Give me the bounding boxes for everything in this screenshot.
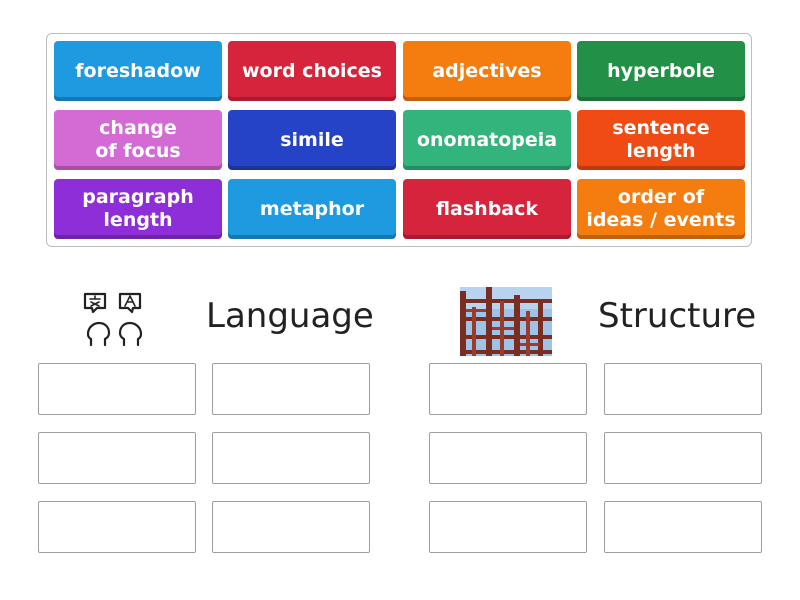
language-drop-slot[interactable] <box>212 432 370 484</box>
tile-label: change of focus <box>95 117 181 162</box>
language-drop-slot[interactable] <box>212 501 370 553</box>
tile-label: word choices <box>241 59 382 82</box>
structure-drop-slot[interactable] <box>604 501 762 553</box>
tile-foreshadow[interactable]: foreshadow <box>54 41 222 101</box>
tile-label: metaphor <box>259 197 365 220</box>
tile-label: flashback <box>435 197 539 220</box>
tile-adjectives[interactable]: adjectives <box>403 41 571 101</box>
structure-drop-slot[interactable] <box>429 501 587 553</box>
tile-word-choices[interactable]: word choices <box>228 41 396 101</box>
structure-heading: Structure <box>598 296 757 336</box>
tile-sentence-length[interactable]: sentence length <box>577 110 745 170</box>
tile-flashback[interactable]: flashback <box>403 179 571 239</box>
translate-speech-icon <box>80 290 150 352</box>
structure-drop-slot[interactable] <box>604 432 762 484</box>
tile-paragraph-length[interactable]: paragraph length <box>54 179 222 239</box>
language-heading: Language <box>206 296 374 336</box>
tile-metaphor[interactable]: metaphor <box>228 179 396 239</box>
tile-order-of-ideas-events[interactable]: order of ideas / events <box>577 179 745 239</box>
tile-label: simile <box>280 128 344 151</box>
structure-drop-slot[interactable] <box>604 363 762 415</box>
structure-drop-slot[interactable] <box>429 432 587 484</box>
steel-frame-image <box>460 287 552 356</box>
structure-drop-slot[interactable] <box>429 363 587 415</box>
tile-label: adjectives <box>432 59 542 82</box>
tile-label: order of ideas / events <box>586 186 736 231</box>
language-drop-slot[interactable] <box>38 363 196 415</box>
tile-simile[interactable]: simile <box>228 110 396 170</box>
language-drop-slot[interactable] <box>212 363 370 415</box>
tile-label: hyperbole <box>607 59 715 82</box>
tile-label: onomatopeia <box>416 128 558 151</box>
tile-change-of-focus[interactable]: change of focus <box>54 110 222 170</box>
language-drop-slot[interactable] <box>38 501 196 553</box>
tile-label: sentence length <box>612 117 710 162</box>
language-drop-slot[interactable] <box>38 432 196 484</box>
tile-label: paragraph length <box>82 186 194 231</box>
tile-tray: foreshadow word choices adjectives hyper… <box>46 33 752 247</box>
tile-hyperbole[interactable]: hyperbole <box>577 41 745 101</box>
tile-onomatopeia[interactable]: onomatopeia <box>403 110 571 170</box>
tile-label: foreshadow <box>75 59 201 82</box>
